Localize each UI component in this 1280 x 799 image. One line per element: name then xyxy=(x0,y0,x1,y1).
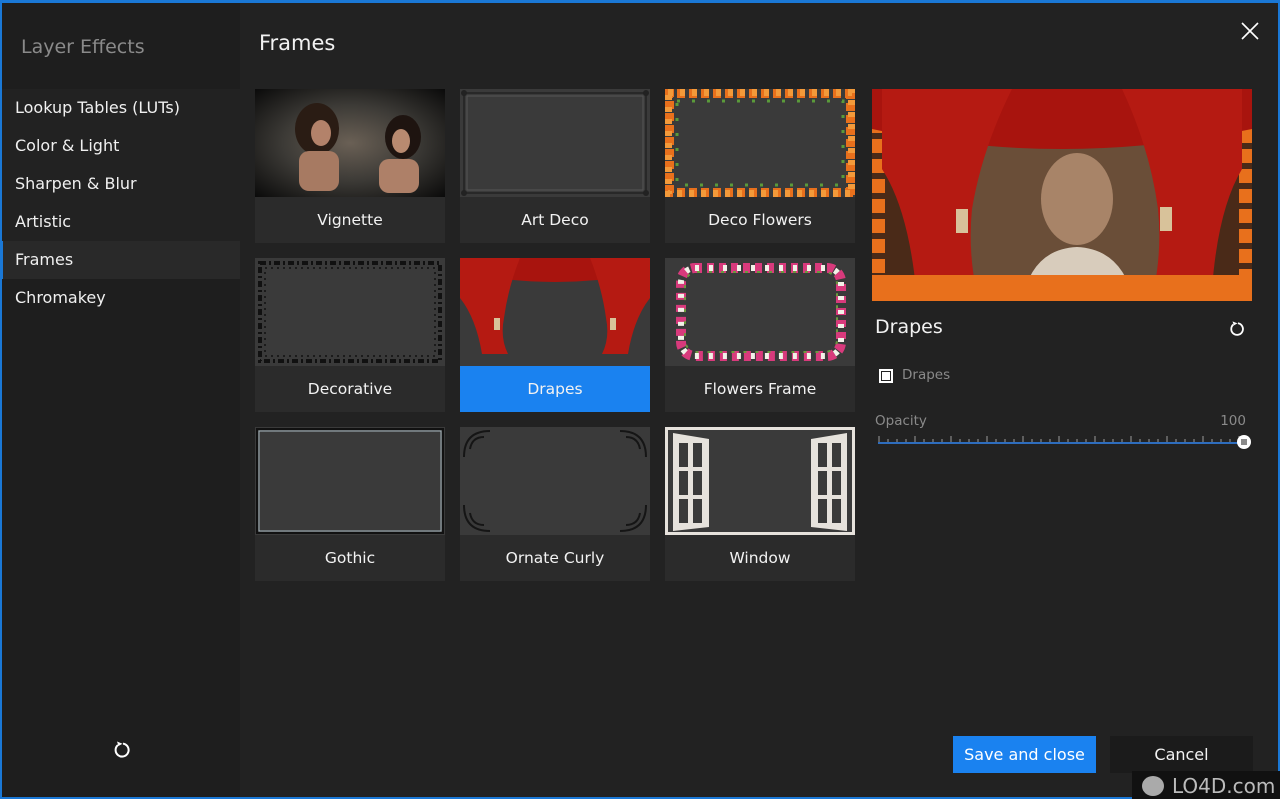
deco-flowers-thumbnail xyxy=(665,89,855,197)
vignette-thumbnail xyxy=(255,89,445,197)
gothic-thumbnail xyxy=(255,427,445,535)
frame-tile-art-deco[interactable]: Art Deco xyxy=(460,89,650,243)
frame-label: Gothic xyxy=(324,549,376,567)
reset-icon xyxy=(114,741,130,758)
frame-tile-vignette[interactable]: Vignette xyxy=(255,89,445,243)
sidebar: Layer Effects Lookup Tables (LUTs) Color… xyxy=(0,3,240,797)
frame-tile-decorative[interactable]: Decorative xyxy=(255,258,445,412)
page-title: Frames xyxy=(259,31,336,55)
frame-tile-window[interactable]: Window xyxy=(665,427,855,581)
drapes-thumbnail xyxy=(460,258,650,366)
decorative-thumbnail xyxy=(255,258,445,366)
frame-label: Drapes xyxy=(460,366,650,412)
slider-track xyxy=(878,442,1244,444)
sidebar-item-label: Artistic xyxy=(15,212,72,231)
watermark-logo-icon xyxy=(1142,776,1164,796)
sidebar-item-chromakey[interactable]: Chromakey xyxy=(2,279,240,317)
close-button[interactable] xyxy=(1238,19,1262,43)
slider-thumb[interactable] xyxy=(1237,435,1251,449)
sidebar-item-sharpen-blur[interactable]: Sharpen & Blur xyxy=(2,165,240,203)
art-deco-thumbnail xyxy=(460,89,650,197)
opacity-label: Opacity xyxy=(875,413,927,429)
opacity-value: 100 xyxy=(1220,413,1246,429)
watermark: LO4D.com xyxy=(1132,771,1280,799)
frame-label: Art Deco xyxy=(521,211,589,229)
save-and-close-button[interactable]: Save and close xyxy=(953,736,1096,773)
sidebar-item-label: Color & Light xyxy=(15,136,120,155)
frame-tile-drapes[interactable]: Drapes xyxy=(460,258,650,412)
vignette-image xyxy=(295,103,421,193)
effect-preview xyxy=(872,89,1252,301)
frame-tile-flowers-frame[interactable]: Flowers Frame xyxy=(665,258,855,412)
close-icon xyxy=(1241,22,1259,40)
effect-title: Drapes xyxy=(875,316,943,338)
sidebar-item-label: Chromakey xyxy=(15,288,106,307)
drapes-checkbox-label: Drapes xyxy=(902,367,951,383)
reset-icon xyxy=(1230,321,1244,336)
sidebar-item-artistic[interactable]: Artistic xyxy=(2,203,240,241)
reset-effect-button[interactable] xyxy=(1228,320,1246,338)
frame-label: Deco Flowers xyxy=(708,211,812,229)
ornate-curly-thumbnail xyxy=(460,427,650,535)
frame-label: Ornate Curly xyxy=(505,549,605,567)
cancel-button[interactable]: Cancel xyxy=(1110,736,1253,773)
frame-label: Window xyxy=(729,549,791,567)
frame-label: Decorative xyxy=(307,380,393,398)
sidebar-item-label: Sharpen & Blur xyxy=(15,174,137,193)
opacity-slider[interactable] xyxy=(878,433,1251,453)
flowers-frame-thumbnail xyxy=(665,258,855,366)
sidebar-nav: Lookup Tables (LUTs) Color & Light Sharp… xyxy=(0,89,240,317)
sidebar-title: Layer Effects xyxy=(21,36,145,58)
frame-tile-ornate-curly[interactable]: Ornate Curly xyxy=(460,427,650,581)
layer-effects-dialog: Layer Effects Lookup Tables (LUTs) Color… xyxy=(0,0,1280,799)
sidebar-item-frames[interactable]: Frames xyxy=(0,241,240,279)
frame-tile-gothic[interactable]: Gothic xyxy=(255,427,445,581)
window-thumbnail xyxy=(665,427,855,535)
sidebar-item-label: Frames xyxy=(15,250,74,269)
preview-image xyxy=(872,89,1252,301)
sidebar-item-luts[interactable]: Lookup Tables (LUTs) xyxy=(2,89,240,127)
watermark-text: LO4D.com xyxy=(1172,774,1276,798)
frames-grid: Vignette Art Deco Deco Flowers Decorativ… xyxy=(255,89,855,581)
sidebar-item-label: Lookup Tables (LUTs) xyxy=(15,98,180,117)
reset-all-button[interactable] xyxy=(112,740,132,760)
frame-label: Flowers Frame xyxy=(703,380,817,398)
sidebar-item-color-light[interactable]: Color & Light xyxy=(2,127,240,165)
drapes-checkbox[interactable] xyxy=(879,369,893,383)
frame-label: Vignette xyxy=(317,211,383,229)
frame-tile-deco-flowers[interactable]: Deco Flowers xyxy=(665,89,855,243)
